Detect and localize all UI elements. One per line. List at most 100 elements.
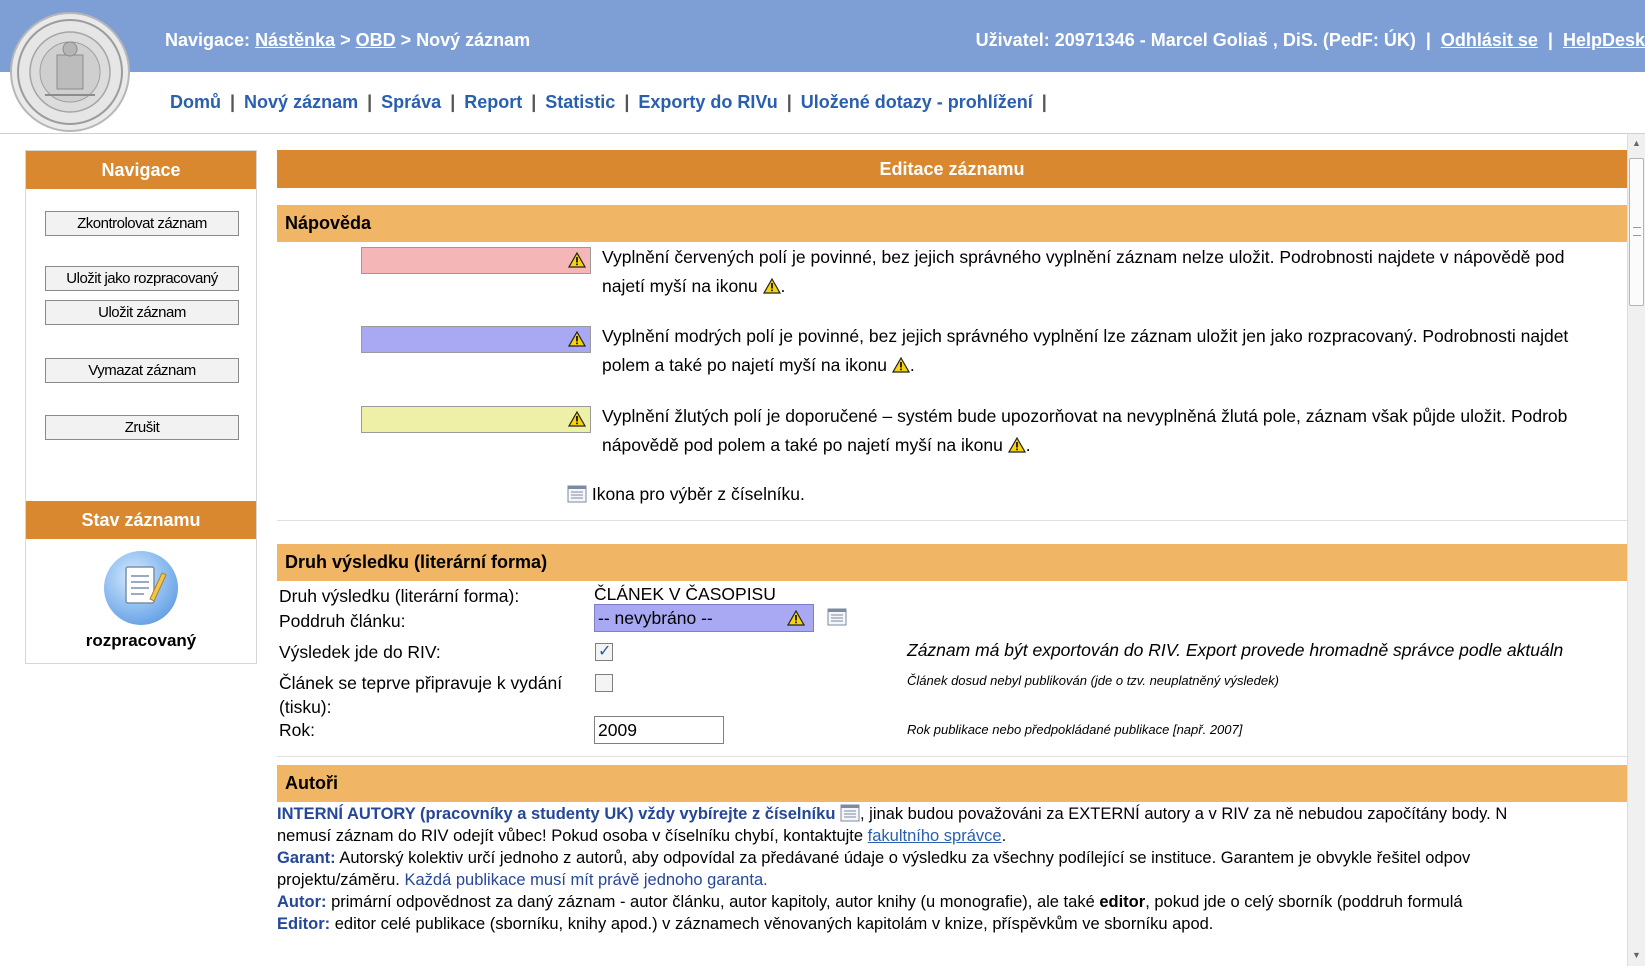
result-section-title: Druh výsledku (literární forma) bbox=[277, 544, 1627, 581]
menu-item-saved-queries[interactable]: Uložené dotazy - prohlížení bbox=[801, 92, 1033, 112]
warning-icon[interactable] bbox=[891, 357, 910, 373]
menu-separator: | bbox=[1041, 92, 1047, 112]
red-field-sample bbox=[361, 247, 591, 274]
sidebar-status-title: Stav záznamu bbox=[26, 501, 256, 539]
menu-separator: | bbox=[531, 92, 537, 112]
garant-text-line-2: projektu/záměru. bbox=[277, 871, 405, 889]
help-blue-text: Vyplnění modrých polí je povinné, bez je… bbox=[602, 322, 1627, 380]
sidebar-nav-title: Navigace bbox=[26, 151, 256, 189]
menu-separator: | bbox=[230, 92, 236, 112]
menu-item-statistic[interactable]: Statistic bbox=[545, 92, 615, 112]
warning-icon[interactable] bbox=[1007, 437, 1026, 453]
riv-label: Výsledek jde do RIV: bbox=[279, 642, 441, 662]
in-preparation-hint: Článek dosud nebyl publikován (jde o tzv… bbox=[907, 673, 1279, 688]
top-menu: Domů | Nový záznam | Správa | Report | Statistic… bbox=[170, 92, 1056, 113]
app-window: Navigace: Nástěnka > OBD > Nový záznam U… bbox=[0, 0, 1645, 966]
user-bar-separator: | bbox=[1537, 30, 1563, 50]
menu-item-administration[interactable]: Správa bbox=[381, 92, 441, 112]
year-input[interactable]: 2009 bbox=[594, 716, 724, 744]
save-record-button[interactable]: Uložit záznam bbox=[45, 300, 239, 325]
warning-icon[interactable] bbox=[568, 252, 586, 268]
menu-item-report[interactable]: Report bbox=[464, 92, 522, 112]
editor-note: Editor: editor celé publikace (sborníku,… bbox=[277, 913, 1627, 935]
document-edit-icon bbox=[104, 551, 178, 625]
garant-rule: Každá publikace musí mít právě jednoho g… bbox=[404, 871, 768, 889]
user-info: Uživatel: 20971346 - Marcel Goliaš , DiS… bbox=[975, 30, 1416, 50]
logout-link[interactable]: Odhlásit se bbox=[1441, 30, 1538, 50]
riv-hint: Záznam má být exportován do RIV. Export … bbox=[907, 640, 1564, 660]
help-blue-line-1: Vyplnění modrých polí je povinné, bez je… bbox=[602, 326, 1569, 346]
scroll-up-arrow-icon[interactable]: ▲ bbox=[1632, 138, 1641, 148]
help-codelist-row: Ikona pro výběr z číselníku. bbox=[567, 480, 1597, 509]
help-red-line-2-text: najetí myší na ikonu bbox=[602, 276, 758, 296]
in-preparation-checkbox[interactable] bbox=[595, 674, 613, 692]
editor-text: editor celé publikace (sborníku, knihy a… bbox=[330, 915, 1214, 933]
help-yellow-text: Vyplnění žlutých polí je doporučené – sy… bbox=[602, 402, 1627, 460]
riv-checkbox[interactable] bbox=[595, 641, 613, 661]
internal-authors-rest: , jinak budou považováni za EXTERNÍ auto… bbox=[860, 805, 1508, 823]
help-blue-line-2-text: polem a také po najetí myší na ikonu bbox=[602, 355, 888, 375]
warning-icon[interactable] bbox=[762, 278, 781, 294]
internal-authors-warning: INTERNÍ AUTORY (pracovníky a studenty UK… bbox=[277, 805, 836, 823]
faculty-admin-link[interactable]: fakultního správce bbox=[868, 827, 1002, 845]
garant-label: Garant: bbox=[277, 849, 336, 867]
menu-separator: | bbox=[367, 92, 373, 112]
menu-separator: | bbox=[450, 92, 456, 112]
garant-text: Autorský kolektiv určí jednoho z autorů,… bbox=[335, 849, 1471, 867]
menu-item-riv-exports[interactable]: Exporty do RIVu bbox=[638, 92, 777, 112]
warning-icon[interactable] bbox=[787, 610, 805, 626]
breadcrumb: Navigace: Nástěnka > OBD > Nový záznam bbox=[165, 30, 530, 51]
result-type-value: ČLÁNEK V ČASOPISU bbox=[594, 584, 776, 604]
help-yellow-line-2: nápovědě pod polem a také po najetí myší… bbox=[602, 431, 1627, 460]
breadcrumb-home-link[interactable]: Nástěnka bbox=[255, 30, 335, 50]
save-draft-button[interactable]: Uložit jako rozpracovaný bbox=[45, 266, 239, 291]
university-seal-logo[interactable] bbox=[10, 12, 130, 132]
codelist-icon bbox=[567, 485, 587, 503]
codelist-icon[interactable] bbox=[827, 608, 847, 626]
user-bar: Uživatel: 20971346 - Marcel Goliaš , DiS… bbox=[976, 30, 1645, 51]
warning-icon[interactable] bbox=[568, 411, 586, 427]
cancel-button[interactable]: Zrušit bbox=[45, 415, 239, 440]
section-divider bbox=[277, 520, 1627, 521]
subtype-selected-value: -- nevybráno -- bbox=[598, 608, 713, 628]
help-red-line-1: Vyplnění červených polí je povinné, bez … bbox=[602, 247, 1565, 267]
subtype-label: Poddruh článku: bbox=[279, 611, 406, 631]
menu-item-home[interactable]: Domů bbox=[170, 92, 221, 112]
autor-editor-bold: editor bbox=[1099, 893, 1146, 911]
header: Navigace: Nástěnka > OBD > Nový záznam U… bbox=[0, 0, 1645, 134]
breadcrumb-obd-link[interactable]: OBD bbox=[356, 30, 396, 50]
breadcrumb-separator: > bbox=[335, 30, 356, 50]
in-preparation-label: Článek se teprve připravuje k vydání (ti… bbox=[279, 671, 562, 719]
check-record-button[interactable]: Zkontrolovat záznam bbox=[45, 211, 239, 236]
scroll-down-arrow-icon[interactable]: ▼ bbox=[1632, 950, 1641, 960]
vertical-scrollbar[interactable]: ▲ ▼ bbox=[1627, 134, 1645, 966]
authors-section-title: Autoři bbox=[277, 765, 1627, 802]
delete-record-button[interactable]: Vymazat záznam bbox=[45, 358, 239, 383]
authors-contact-note: nemusí záznam do RIV odejít vůbec! Pokud… bbox=[277, 825, 1627, 847]
result-type-label: Druh výsledku (literární forma): bbox=[279, 586, 520, 606]
menu-separator: | bbox=[624, 92, 630, 112]
page-title: Editace záznamu bbox=[277, 150, 1627, 188]
record-status-value: rozpracovaný bbox=[85, 631, 197, 650]
contact-note-text: nemusí záznam do RIV odejít vůbec! Pokud… bbox=[277, 827, 868, 845]
scrollbar-thumb[interactable] bbox=[1629, 158, 1644, 306]
section-divider bbox=[277, 756, 1627, 757]
help-yellow-dot: . bbox=[1025, 435, 1031, 455]
help-section-title: Nápověda bbox=[277, 205, 1627, 242]
contact-note-end: . bbox=[1001, 827, 1007, 845]
subtype-select[interactable]: -- nevybráno -- bbox=[594, 604, 814, 632]
year-label: Rok: bbox=[279, 720, 315, 740]
help-yellow-line-1: Vyplnění žlutých polí je doporučené – sy… bbox=[602, 406, 1568, 426]
autor-label: Autor: bbox=[277, 893, 327, 911]
yellow-field-sample bbox=[361, 406, 591, 433]
help-blue-dot: . bbox=[909, 355, 915, 375]
menu-separator: | bbox=[786, 92, 792, 112]
blue-field-sample bbox=[361, 326, 591, 353]
help-red-line-2: najetí myší na ikonu . bbox=[602, 272, 1627, 301]
helpdesk-link[interactable]: HelpDesk bbox=[1563, 30, 1645, 50]
menu-item-new-record[interactable]: Nový záznam bbox=[244, 92, 358, 112]
editor-label: Editor: bbox=[277, 915, 331, 933]
autor-note: Autor: primární odpovědnost za daný zázn… bbox=[277, 891, 1627, 913]
warning-icon[interactable] bbox=[568, 331, 586, 347]
user-bar-separator: | bbox=[1415, 30, 1441, 50]
